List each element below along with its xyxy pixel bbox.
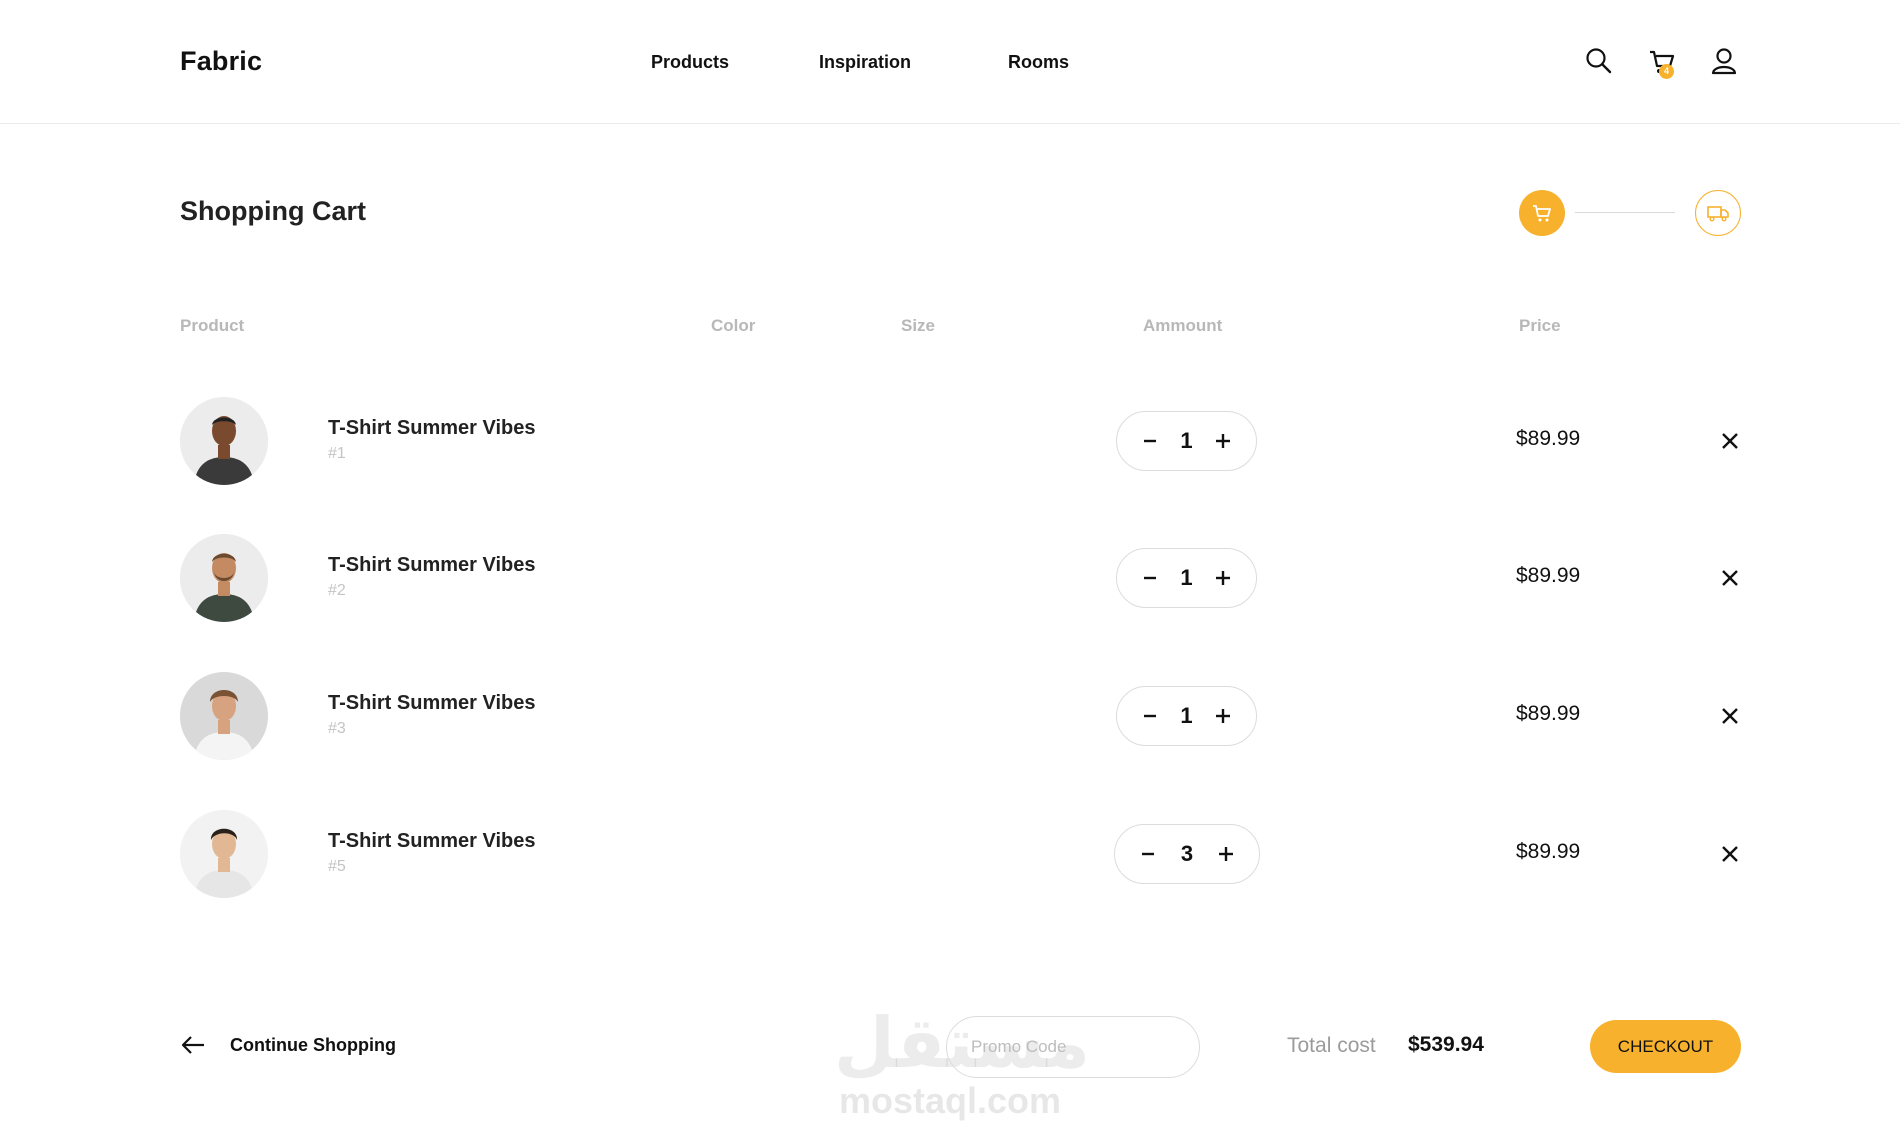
increase-button[interactable] bbox=[1215, 843, 1237, 865]
col-header-price: Price bbox=[1519, 316, 1561, 335]
product-image[interactable] bbox=[180, 810, 268, 898]
page-title: Shopping Cart bbox=[180, 196, 366, 226]
increase-button[interactable] bbox=[1212, 430, 1234, 452]
col-header-amount: Ammount bbox=[1143, 316, 1223, 335]
quantity-stepper: 1 bbox=[1116, 411, 1257, 471]
quantity-value: 1 bbox=[1180, 428, 1193, 453]
item-price: $89.99 bbox=[1516, 840, 1581, 863]
col-header-color: Color bbox=[711, 316, 756, 335]
table-row: T-Shirt Summer Vibes #3 1 $89.99 bbox=[0, 672, 1900, 762]
product-sku: #3 bbox=[328, 720, 346, 737]
product-name[interactable]: T-Shirt Summer Vibes bbox=[328, 692, 535, 715]
header: Fabric Products Inspiration Rooms 4 bbox=[0, 0, 1900, 124]
search-icon[interactable] bbox=[1582, 44, 1616, 78]
decrease-button[interactable] bbox=[1139, 567, 1161, 589]
product-image[interactable] bbox=[180, 397, 268, 485]
col-header-product: Product bbox=[180, 316, 245, 335]
promo-code-input[interactable] bbox=[946, 1016, 1200, 1078]
nav-inspiration[interactable]: Inspiration bbox=[819, 52, 911, 73]
watermark-latin: mostaql.com bbox=[838, 1080, 1062, 1121]
product-image[interactable] bbox=[180, 672, 268, 760]
total-cost-label: Total cost bbox=[1287, 1034, 1376, 1057]
nav-rooms[interactable]: Rooms bbox=[1008, 52, 1069, 73]
nav-products[interactable]: Products bbox=[651, 52, 729, 73]
continue-shopping-link[interactable]: Continue Shopping bbox=[180, 1030, 396, 1060]
product-name[interactable]: T-Shirt Summer Vibes bbox=[328, 830, 535, 853]
cart-count-badge: 4 bbox=[1659, 64, 1674, 79]
quantity-value: 1 bbox=[1180, 703, 1193, 728]
total-cost-value: $539.94 bbox=[1408, 1033, 1484, 1056]
quantity-stepper: 1 bbox=[1116, 686, 1257, 746]
checkout-button[interactable]: CHECKOUT bbox=[1590, 1020, 1741, 1073]
increase-button[interactable] bbox=[1212, 567, 1234, 589]
user-icon[interactable] bbox=[1707, 44, 1741, 78]
close-icon bbox=[1722, 570, 1738, 586]
quantity-stepper: 1 bbox=[1116, 548, 1257, 608]
step-connector bbox=[1575, 212, 1675, 213]
product-image[interactable] bbox=[180, 534, 268, 622]
remove-item-button[interactable] bbox=[1717, 841, 1743, 867]
quantity-value: 1 bbox=[1180, 565, 1193, 590]
col-header-size: Size bbox=[901, 316, 936, 335]
increase-button[interactable] bbox=[1212, 705, 1234, 727]
product-sku: #1 bbox=[328, 445, 346, 462]
continue-shopping-label: Continue Shopping bbox=[230, 1034, 396, 1055]
arrow-left-icon bbox=[181, 1036, 204, 1054]
remove-item-button[interactable] bbox=[1717, 565, 1743, 591]
item-price: $89.99 bbox=[1516, 427, 1581, 450]
table-row: T-Shirt Summer Vibes #2 1 $89.99 bbox=[0, 534, 1900, 624]
product-name[interactable]: T-Shirt Summer Vibes bbox=[328, 554, 535, 577]
item-price: $89.99 bbox=[1516, 702, 1581, 725]
cart-icon bbox=[1533, 205, 1551, 222]
table-row: T-Shirt Summer Vibes #5 3 $89.99 bbox=[0, 810, 1900, 900]
remove-item-button[interactable] bbox=[1717, 703, 1743, 729]
decrease-button[interactable] bbox=[1139, 705, 1161, 727]
remove-item-button[interactable] bbox=[1717, 428, 1743, 454]
decrease-button[interactable] bbox=[1139, 430, 1161, 452]
product-sku: #2 bbox=[328, 582, 346, 599]
step-cart[interactable] bbox=[1519, 190, 1565, 236]
product-name[interactable]: T-Shirt Summer Vibes bbox=[328, 417, 535, 440]
table-row: T-Shirt Summer Vibes #1 1 $89.99 bbox=[0, 397, 1900, 487]
truck-icon bbox=[1707, 206, 1729, 222]
quantity-value: 3 bbox=[1180, 841, 1194, 866]
item-price: $89.99 bbox=[1516, 564, 1581, 587]
logo[interactable]: Fabric bbox=[180, 46, 262, 77]
decrease-button[interactable] bbox=[1137, 843, 1159, 865]
close-icon bbox=[1722, 708, 1738, 724]
step-delivery[interactable] bbox=[1695, 190, 1741, 236]
quantity-stepper: 3 bbox=[1114, 824, 1260, 884]
product-sku: #5 bbox=[328, 858, 346, 875]
close-icon bbox=[1722, 846, 1738, 862]
close-icon bbox=[1722, 433, 1738, 449]
